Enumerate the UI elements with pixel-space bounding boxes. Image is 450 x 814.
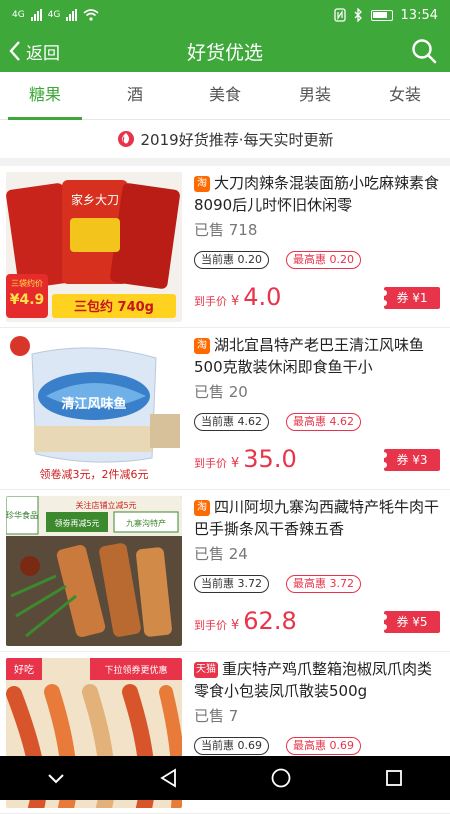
max-discount-tag: 最高惠 3.72: [286, 575, 361, 593]
search-icon[interactable]: [410, 37, 438, 65]
max-discount-tag: 最高惠 0.20: [286, 251, 361, 269]
product-image[interactable]: 珍华食品 关注店铺立减5元 领劵再减5元 九寨沟特产: [6, 496, 182, 646]
price-value: 62.8: [243, 607, 297, 635]
tab-food[interactable]: 美食: [180, 72, 270, 119]
thumb-badge-small: 三袋约价: [11, 278, 43, 288]
taobao-icon: 淘: [194, 338, 210, 354]
current-discount-tag: 当前惠 4.62: [194, 413, 269, 431]
tab-womenswear[interactable]: 女装: [360, 72, 450, 119]
price-currency: ¥: [231, 294, 240, 309]
taobao-icon: 淘: [194, 176, 210, 192]
product-item[interactable]: 珍华食品 关注店铺立减5元 领劵再减5元 九寨沟特产 淘四川阿坝九寨沟西藏特产牦…: [0, 490, 450, 652]
thumb-corner-text: 好吃: [14, 663, 34, 676]
page-title: 好货优选: [186, 41, 263, 64]
signal-icon: [30, 9, 42, 21]
network-label-2: 4G: [47, 10, 61, 20]
product-title-text: 湖北宜昌特产老巴王清江风味鱼500克散装休闲即食鱼干小: [194, 336, 425, 376]
tab-candy[interactable]: 糖果: [0, 72, 90, 120]
bluetooth-icon: [354, 8, 362, 22]
current-discount-tag: 当前惠 3.72: [194, 575, 269, 593]
thumb-top-text: 关注店铺立减5元: [75, 500, 136, 510]
price-currency: ¥: [231, 456, 240, 471]
product-title-text: 重庆特产鸡爪整箱泡椒凤爪肉类零食小包装凤爪散装500g: [194, 660, 433, 700]
price-label: 到手价: [194, 457, 227, 470]
coupon-button[interactable]: 券 ¥1: [381, 287, 440, 309]
network-label-1: 4G: [12, 10, 25, 20]
tab-menswear[interactable]: 男装: [270, 72, 360, 119]
product-item[interactable]: 家乡大刀 三袋约价 ¥4.9 三包约 740g 淘大刀肉辣条混装面筋小吃麻辣素食…: [0, 166, 450, 328]
home-icon[interactable]: [270, 767, 292, 789]
product-title[interactable]: 淘湖北宜昌特产老巴王清江风味鱼500克散装休闲即食鱼干小: [194, 334, 440, 378]
coupon-button[interactable]: 券 ¥5: [381, 611, 440, 633]
system-nav-bar: [0, 756, 450, 800]
price-currency: ¥: [231, 618, 240, 633]
current-discount-tag: 当前惠 0.20: [194, 251, 269, 269]
fire-icon: [117, 131, 134, 147]
product-title[interactable]: 天猫 重庆特产鸡爪整箱泡椒凤爪肉类零食小包装凤爪散装500g: [194, 658, 440, 702]
sold-count: 已售 718: [194, 221, 258, 239]
banner-text: 2019好货推荐·每天实时更新: [140, 130, 334, 149]
final-price: 到手价 ¥ 35.0: [194, 445, 297, 473]
sold-count: 已售 20: [194, 383, 248, 401]
thumb-box-text-2: 九寨沟特产: [126, 518, 166, 528]
coupon-button[interactable]: 券 ¥3: [381, 449, 440, 471]
recents-icon[interactable]: [383, 767, 405, 789]
final-price: 到手价 ¥ 4.0: [194, 283, 281, 311]
status-time: 13:54: [400, 7, 438, 23]
back-button[interactable]: 返回: [8, 30, 60, 72]
product-image[interactable]: 清江风味鱼 领卷减3元，2件减6元: [6, 334, 182, 484]
recommend-banner: 2019好货推荐·每天实时更新: [0, 120, 450, 158]
tmall-icon: 天猫: [194, 662, 218, 678]
thumb-corner-text: 珍华食品: [6, 510, 38, 520]
price-label: 到手价: [194, 295, 227, 308]
thumb-badge-price: ¥4.9: [10, 292, 45, 308]
wifi-icon: [83, 9, 99, 21]
product-title-text: 大刀肉辣条混装面筋小吃麻辣素食8090后儿时怀旧休闲零: [194, 174, 440, 214]
max-discount-tag: 最高惠 0.69: [286, 737, 361, 755]
tab-liquor[interactable]: 酒: [90, 72, 180, 119]
thumb-footer-text: 三包约 740g: [74, 299, 154, 315]
chevron-left-icon: [9, 41, 20, 61]
product-title[interactable]: 淘大刀肉辣条混装面筋小吃麻辣素食8090后儿时怀旧休闲零: [194, 172, 440, 216]
thumb-top-text: 下拉领券更优惠: [104, 664, 167, 676]
current-discount-tag: 当前惠 0.69: [194, 737, 269, 755]
app-header: 返回 好货优选: [0, 30, 450, 72]
battery-icon: [370, 9, 393, 21]
section-divider: [0, 158, 450, 166]
product-image[interactable]: 家乡大刀 三袋约价 ¥4.9 三包约 740g: [6, 172, 182, 322]
category-tabs: 糖果 酒 美食 男装 女装: [0, 72, 450, 120]
sold-count: 已售 24: [194, 545, 248, 563]
final-price: 到手价 ¥ 62.8: [194, 607, 297, 635]
price-label: 到手价: [194, 619, 227, 632]
product-list: 家乡大刀 三袋约价 ¥4.9 三包约 740g 淘大刀肉辣条混装面筋小吃麻辣素食…: [0, 166, 450, 814]
back-icon[interactable]: [158, 767, 180, 789]
signal-icon-2: [66, 9, 78, 21]
thumb-pack-text: 清江风味鱼: [61, 396, 126, 412]
thumb-footer-text: 领卷减3元，2件减6元: [40, 467, 149, 481]
sold-count: 已售 7: [194, 707, 239, 725]
product-item[interactable]: 清江风味鱼 领卷减3元，2件减6元 淘湖北宜昌特产老巴王清江风味鱼500克散装休…: [0, 328, 450, 490]
max-discount-tag: 最高惠 4.62: [286, 413, 361, 431]
product-title[interactable]: 淘四川阿坝九寨沟西藏特产牦牛肉干巴手撕条风干香辣五香: [194, 496, 440, 540]
price-value: 35.0: [243, 445, 297, 473]
taobao-icon: 淘: [194, 500, 210, 516]
product-title-text: 四川阿坝九寨沟西藏特产牦牛肉干巴手撕条风干香辣五香: [194, 498, 440, 538]
price-value: 4.0: [243, 283, 282, 311]
thumb-box-text: 领劵再减5元: [54, 518, 99, 528]
back-label: 返回: [26, 43, 60, 64]
status-bar: 4G 4G 13:54: [0, 0, 450, 30]
chevron-down-icon[interactable]: [45, 767, 67, 789]
nfc-icon: [333, 8, 346, 22]
thumb-top-text: 家乡大刀: [71, 192, 119, 207]
